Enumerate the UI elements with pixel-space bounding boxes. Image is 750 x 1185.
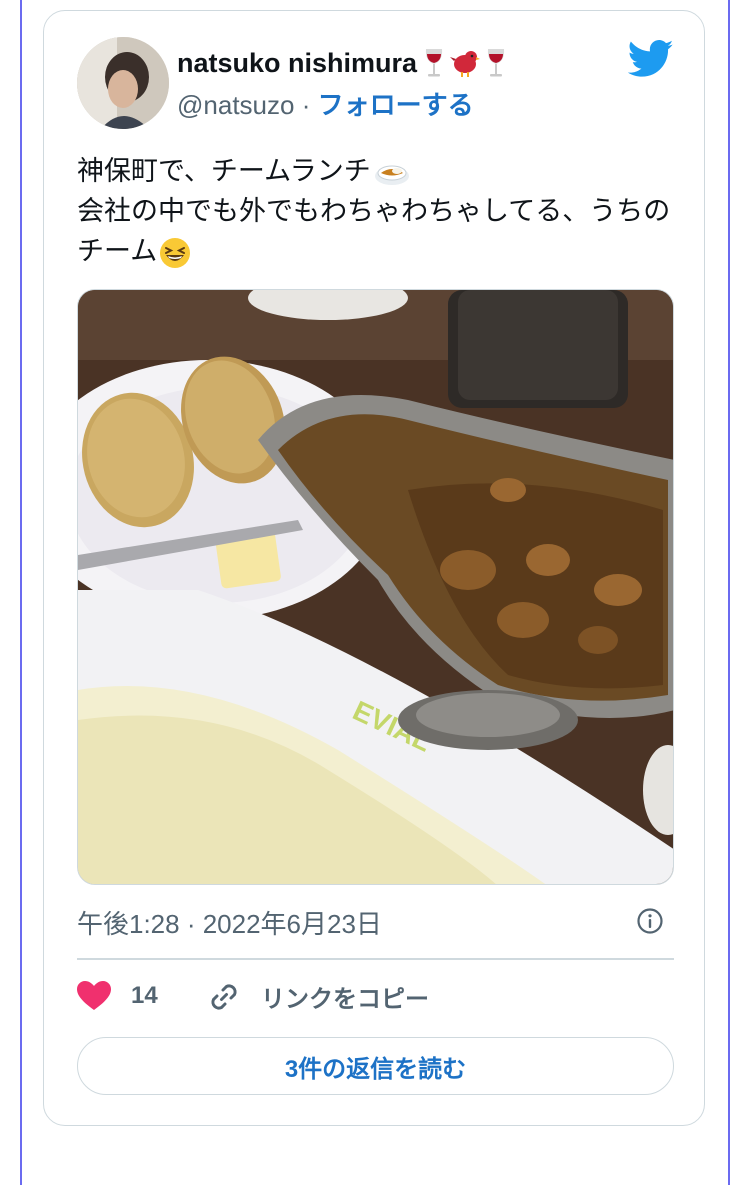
handle-separator: · <box>301 90 311 120</box>
page-border-right <box>728 0 730 1185</box>
photo-curry-lunch-icon: EVIAL <box>78 290 673 884</box>
author-display-name[interactable]: natsuko nishimura <box>177 47 509 79</box>
embedded-tweet-card: natsuko nishimura @natsuzo · フォローする 神保町で… <box>43 10 705 1126</box>
twitter-bird-icon[interactable] <box>628 39 674 79</box>
like-button[interactable]: 14 <box>77 981 158 1011</box>
tweet-text-line-3: チーム <box>77 231 677 271</box>
tweet-text-line-1: 神保町で、チームランチ <box>77 151 677 191</box>
tweet-timestamp[interactable]: 午後1:28 · 2022年6月23日 <box>77 904 382 941</box>
tweet-photo[interactable]: EVIAL <box>77 289 674 885</box>
avatar[interactable] <box>77 37 169 129</box>
wine-glass-icon <box>487 49 505 77</box>
copy-link-button[interactable]: リンクをコピー <box>207 979 429 1014</box>
page-border-left <box>20 0 22 1185</box>
tweet-text: 神保町で、チームランチ 会社の中でも外でもわちゃわちゃしてる、うちの チーム <box>77 151 677 271</box>
heart-icon <box>77 981 111 1010</box>
author-name-text: natsuko nishimura <box>177 47 418 78</box>
read-replies-button[interactable]: 3件の返信を読む <box>77 1037 674 1095</box>
wine-glass-icon <box>425 49 443 77</box>
link-icon <box>211 983 237 1010</box>
info-icon[interactable] <box>636 907 664 935</box>
copy-link-label: リンクをコピー <box>261 986 429 1013</box>
follow-link[interactable]: フォローする <box>318 90 474 120</box>
author-handle-row: @natsuzo · フォローする <box>177 85 474 122</box>
curry-rice-icon <box>374 165 409 185</box>
tweet-text-line-2: 会社の中でも外でもわちゃわちゃしてる、うちの <box>77 196 671 226</box>
name-emojis <box>421 47 509 79</box>
divider <box>77 958 674 960</box>
bird-icon <box>450 51 481 77</box>
grinning-squinting-face-icon <box>160 237 191 268</box>
like-count: 14 <box>131 982 158 1009</box>
author-handle[interactable]: @natsuzo <box>177 90 294 120</box>
